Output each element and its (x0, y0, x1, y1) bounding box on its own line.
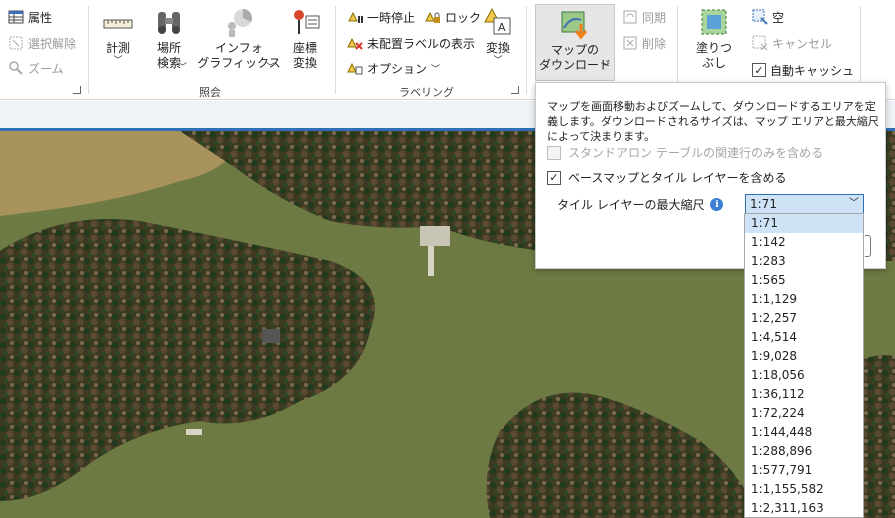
table-icon (8, 10, 24, 24)
scale-option[interactable]: 1:1,129 (745, 290, 863, 309)
measure-label: 計測 (105, 41, 130, 55)
chevron-down-icon[interactable]: ﹀ (266, 60, 275, 73)
scale-option[interactable]: 1:577,791 (745, 461, 863, 480)
clear-selection-label: 選択解除 (28, 36, 77, 51)
max-scale-row: タイル レイヤーの最大縮尺 i (557, 196, 724, 213)
convert-labels-button[interactable]: A 変換 ﹀ (478, 6, 518, 66)
zoom-button[interactable]: ズーム (8, 58, 64, 78)
scale-option[interactable]: 1:283 (745, 252, 863, 271)
convert-label: 変換 (485, 41, 510, 55)
standalone-tables-label: スタンドアロン テーブルの関連行のみを含める (568, 146, 824, 160)
auto-cache-label: 自動キャッシュ (770, 63, 855, 78)
chevron-down-icon: ﹀ (493, 56, 503, 66)
group-separator (860, 6, 861, 94)
include-basemap-checkbox[interactable]: ✓ ベースマップとタイル レイヤーを含める (547, 169, 787, 186)
group-separator (526, 6, 527, 94)
scale-option[interactable]: 1:142 (745, 233, 863, 252)
svg-text:A: A (498, 21, 506, 34)
attributes-button[interactable]: 属性 (8, 7, 52, 27)
scale-option[interactable]: 1:144,448 (745, 423, 863, 442)
scale-option[interactable]: 1:288,896 (745, 442, 863, 461)
convert-icon: A (484, 7, 511, 35)
group-separator (677, 6, 678, 94)
download-description: マップを画面移動およびズームして、ダウンロードするエリアを定義します。ダウンロー… (547, 100, 879, 143)
clear-selection-icon (9, 36, 23, 50)
cancel-cache-button[interactable]: キャンセル (752, 33, 832, 53)
selected-scale: 1:71 (750, 197, 777, 211)
labeling-group-label: ラベリング (399, 86, 454, 99)
scale-option[interactable]: 1:36,112 (745, 385, 863, 404)
scale-option[interactable]: 1:18,056 (745, 366, 863, 385)
cancel-label: キャンセル (772, 36, 833, 51)
fill-label: 塗りつぶし (695, 41, 733, 70)
label-options-icon (347, 62, 363, 75)
unplaced-labels-button[interactable]: 未配置ラベルの表示 (347, 33, 475, 53)
lock-icon (425, 11, 440, 23)
group-separator (88, 6, 89, 94)
scale-option[interactable]: 1:2,311,163 (745, 499, 863, 517)
download-map-icon (561, 11, 588, 40)
scale-option[interactable]: 1:72,224 (745, 404, 863, 423)
zoom-label: ズーム (28, 61, 64, 76)
standalone-tables-checkbox[interactable]: スタンドアロン テーブルの関連行のみを含める (547, 144, 823, 161)
dialog-launcher-icon[interactable] (511, 86, 519, 94)
remove-offline-button[interactable]: 削除 (622, 33, 666, 53)
pause-labeling-button[interactable]: 一時停止 (347, 7, 415, 27)
options-label: オプション (367, 61, 428, 76)
unplaced-labels-icon (347, 37, 363, 50)
lock-labels-button[interactable]: ロック (425, 7, 481, 27)
attributes-label: 属性 (28, 10, 53, 25)
binoculars-icon (158, 12, 180, 34)
sync-label: 同期 (642, 10, 667, 25)
scale-option[interactable]: 1:4,514 (745, 328, 863, 347)
empty-cache-icon (752, 9, 768, 25)
remove-label: 削除 (642, 36, 667, 51)
chevron-down-icon: ﹀ (849, 198, 859, 209)
chevron-down-icon: ﹀ (431, 64, 441, 75)
chevron-down-icon[interactable]: ﹀ (178, 60, 187, 73)
checkbox-icon (547, 145, 561, 160)
pause-label: 一時停止 (367, 10, 416, 25)
ruler-icon (103, 19, 133, 29)
chevron-down-icon[interactable]: ﹀ (601, 60, 610, 73)
fill-cache-icon (701, 9, 727, 35)
cancel-cache-icon (752, 35, 768, 51)
scale-option[interactable]: 1:1,155,582 (745, 480, 863, 499)
coordinate-conversion-button[interactable]: 座標 変換 (285, 6, 325, 71)
checkmark-icon: ✓ (752, 63, 766, 77)
group-separator (335, 6, 336, 94)
labeling-options-button[interactable]: オプション ﹀ (347, 58, 440, 78)
chevron-down-icon: ﹀ (113, 56, 123, 66)
dialog-launcher-icon[interactable] (73, 86, 81, 94)
checkmark-icon: ✓ (547, 170, 561, 185)
measure-button[interactable]: 計測 ﹀ (98, 6, 138, 66)
inquiry-group-label: 照会 (199, 86, 221, 99)
include-basemap-label: ベースマップとタイル レイヤーを含める (568, 171, 787, 185)
sync-button[interactable]: 同期 (622, 7, 666, 27)
zoom-icon (9, 61, 23, 75)
label-pause-icon (348, 11, 363, 23)
fill-cache-button[interactable]: 塗りつぶし (690, 6, 738, 71)
scale-option[interactable]: 1:71 (745, 214, 863, 233)
scale-option[interactable]: 1:565 (745, 271, 863, 290)
empty-label: 空 (772, 10, 785, 25)
max-scale-dropdown[interactable]: 1:71 ﹀ (745, 194, 864, 214)
auto-cache-checkbox[interactable]: ✓ 自動キャッシュ (752, 60, 854, 80)
clear-selection-button[interactable]: 選択解除 (8, 33, 76, 53)
unplaced-labels-label: 未配置ラベルの表示 (367, 36, 476, 51)
sync-icon (623, 10, 637, 24)
infographics-icon (228, 9, 252, 37)
coordinate-conversion-icon (294, 10, 320, 34)
coordinate-conversion-label: 座標 変換 (292, 41, 317, 70)
info-icon[interactable]: i (710, 198, 724, 211)
max-scale-label: タイル レイヤーの最大縮尺 (557, 198, 705, 212)
download-button-partial[interactable] (865, 235, 871, 257)
lock-label: ロック (445, 10, 482, 25)
scale-options-list[interactable]: 1:71 1:142 1:283 1:565 1:1,129 1:2,257 1:4,514… (744, 213, 864, 518)
empty-cache-button[interactable]: 空 (752, 7, 784, 27)
scale-option[interactable]: 1:9,028 (745, 347, 863, 366)
scale-option[interactable]: 1:2,257 (745, 309, 863, 328)
remove-map-icon (623, 36, 637, 50)
